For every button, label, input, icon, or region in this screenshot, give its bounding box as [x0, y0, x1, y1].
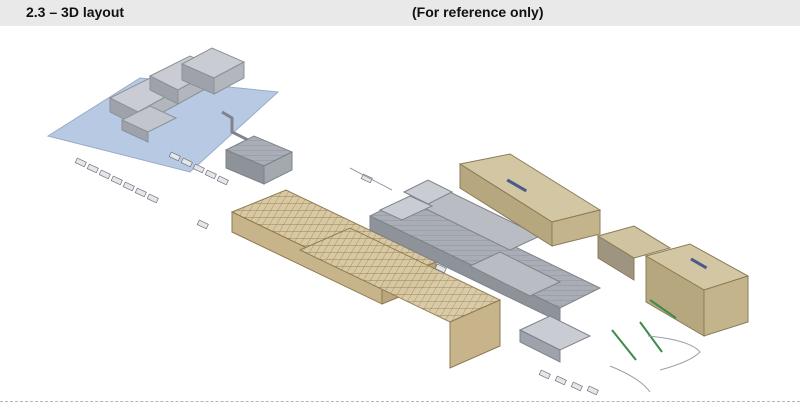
plant-3d-layout: [46, 47, 750, 396]
section-title: 2.3 – 3D layout: [26, 4, 125, 20]
vehicle-rows: [74, 151, 229, 230]
tan-warehouse-right: [596, 225, 750, 337]
footer-rule: [0, 401, 800, 402]
reference-note: (For reference only): [412, 4, 544, 20]
process-building-pair: [224, 135, 294, 185]
header-bar: 2.3 – 3D layout (For reference only): [0, 0, 800, 26]
